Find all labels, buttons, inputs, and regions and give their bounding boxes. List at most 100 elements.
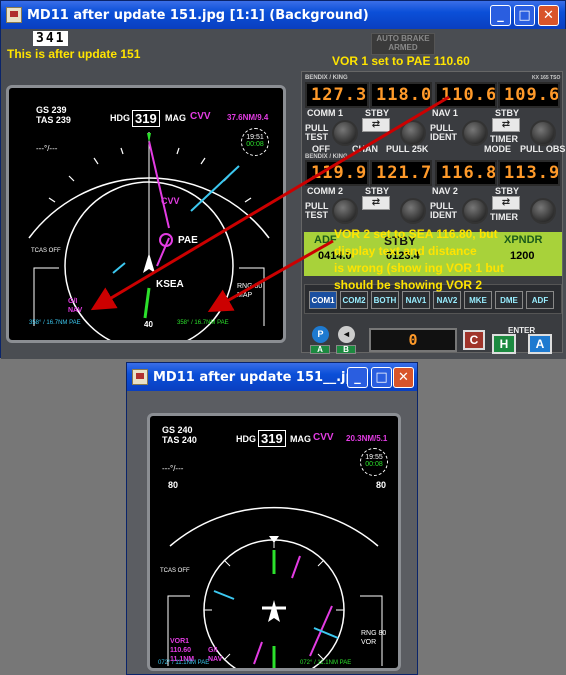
comm1-stby-freq: 118.00 bbox=[370, 82, 432, 108]
nav1-stby-label: STBY bbox=[495, 108, 520, 118]
key-b-small-button[interactable]: B bbox=[336, 345, 356, 354]
comm2-stby-freq: 121.70 bbox=[370, 160, 432, 186]
image-file-icon bbox=[6, 7, 22, 23]
nav-source-nav: NAV bbox=[68, 307, 83, 314]
close-button[interactable]: ✕ bbox=[538, 5, 559, 26]
range-readout: RNG 80 bbox=[361, 630, 387, 637]
comm2-tune-knob[interactable] bbox=[400, 198, 426, 224]
range-readout: RNG 80 bbox=[237, 283, 263, 290]
minimize-button[interactable]: _ bbox=[347, 367, 368, 388]
minimize-button[interactable]: _ bbox=[490, 5, 511, 26]
comm1-tune-knob[interactable] bbox=[400, 120, 426, 146]
window-main: MD11 after update 151.jpg [1:1] (Backgro… bbox=[0, 0, 566, 359]
autobrake-label: AUTO BRAKE bbox=[376, 34, 430, 43]
xpndr-label: XPNDR bbox=[504, 234, 543, 246]
nav1-stby-freq: 109.60 bbox=[498, 82, 560, 108]
audio-nav1-button[interactable]: NAV1 bbox=[402, 291, 430, 309]
comm1-label: COMM 1 bbox=[307, 108, 343, 118]
window-secondary: MD11 after update 151__.jpg _ □ ✕ GS 240… bbox=[126, 362, 418, 675]
waypoint-cvv: CVV bbox=[161, 196, 180, 206]
waypoint-pae: PAE bbox=[178, 235, 198, 246]
back-button[interactable]: ◄ bbox=[338, 326, 355, 343]
annotation-vor2-line2: display text and distance bbox=[334, 244, 477, 258]
pull25k-label: PULL 25K bbox=[386, 144, 429, 154]
image-file-icon bbox=[132, 369, 148, 385]
key-a-small-button[interactable]: A bbox=[310, 345, 330, 354]
display-mode: VOR bbox=[361, 639, 377, 646]
window-main-titlebar[interactable]: MD11 after update 151.jpg [1:1] (Backgro… bbox=[1, 1, 565, 29]
mode-label: MODE bbox=[484, 144, 511, 154]
radio-model: KX 165 TSO bbox=[532, 75, 561, 81]
chan-label: CHAN bbox=[352, 144, 378, 154]
nav2-active-freq: 116.80 bbox=[435, 160, 497, 186]
key-c-button[interactable]: C bbox=[463, 330, 485, 350]
nav-source-gi: G/I bbox=[208, 647, 218, 654]
radio-brand: BENDIX / KING bbox=[305, 75, 348, 81]
comm1-volume-knob[interactable] bbox=[332, 120, 358, 146]
nav2-stby-freq: 113.90 bbox=[498, 160, 560, 186]
nav1-timer-label: TIMER bbox=[490, 134, 518, 144]
pull-obs-label: PULL OBS bbox=[520, 144, 566, 154]
nav2-stby-label: STBY bbox=[495, 186, 520, 196]
audio-nav2-button[interactable]: NAV2 bbox=[433, 291, 461, 309]
close-button[interactable]: ✕ bbox=[393, 367, 414, 388]
annotation-vor2-line4: should be showing VOR 2 bbox=[334, 278, 483, 292]
nav1-volume-knob[interactable] bbox=[462, 120, 488, 146]
numeric-readout: 0 bbox=[369, 328, 457, 352]
nav1-label: NAV 1 bbox=[432, 108, 458, 118]
comm1-pull-test: PULL TEST bbox=[305, 123, 329, 142]
comm2-label: COMM 2 bbox=[307, 186, 343, 196]
audio-com1-button[interactable]: COM1 bbox=[309, 291, 337, 309]
compass-rose bbox=[28, 132, 270, 340]
audio-adf-button[interactable]: ADF bbox=[526, 291, 554, 309]
key-h-button[interactable]: H bbox=[492, 334, 516, 354]
counter-display: 341 bbox=[33, 31, 69, 46]
audio-com2-button[interactable]: COM2 bbox=[340, 291, 368, 309]
nav1-swap-button[interactable]: ⇄ bbox=[492, 118, 520, 132]
vor1-label: VOR1 bbox=[170, 638, 190, 645]
window-main-title: MD11 after update 151.jpg [1:1] (Backgro… bbox=[27, 7, 369, 23]
comm1-active-freq: 127.30 bbox=[305, 82, 369, 108]
nav-source-gi: G/I bbox=[68, 298, 78, 305]
comm2-stby-label: STBY bbox=[365, 186, 390, 196]
nav2-timer-label: TIMER bbox=[490, 212, 518, 222]
comm2-volume-knob[interactable] bbox=[332, 198, 358, 224]
annotation-top: This is after update 151 bbox=[7, 47, 141, 61]
audio-both-button[interactable]: BOTH bbox=[371, 291, 399, 309]
bearing-readout-right: 072° / 11.1NM PAE bbox=[300, 660, 352, 666]
autobrake-annunciator: AUTO BRAKE ARMED bbox=[371, 33, 435, 55]
annotation-vor1: VOR 1 set to PAE 110.60 bbox=[332, 54, 470, 68]
comm1-stby-label: STBY bbox=[365, 108, 390, 118]
comm2-swap-button[interactable]: ⇄ bbox=[362, 196, 390, 210]
nav2-tune-knob[interactable] bbox=[530, 198, 556, 224]
navigation-display-2: GS 240 TAS 240 HDG 319 MAG CVV 20.3NM/5.… bbox=[147, 413, 401, 671]
comm1-swap-button[interactable]: ⇄ bbox=[362, 118, 390, 132]
nav-source-nav: NAV bbox=[208, 656, 223, 663]
bearing-readout-left: 072° / 11.1NM PAE bbox=[158, 660, 210, 666]
nav2-swap-button[interactable]: ⇄ bbox=[492, 196, 520, 210]
nav1-tune-knob[interactable] bbox=[530, 120, 556, 146]
display-mode: MAP bbox=[237, 292, 253, 299]
maximize-button[interactable]: □ bbox=[371, 367, 392, 388]
bearing-readout-right: 358° / 16.7NM PAE bbox=[177, 320, 229, 326]
xpndr-code: 1200 bbox=[510, 250, 535, 262]
radio-stack: BENDIX / KING KX 165 TSO 127.30 118.00 1… bbox=[301, 71, 566, 354]
nav1-active-freq: 110.60 bbox=[435, 82, 497, 108]
audio-dme-button[interactable]: DME bbox=[495, 291, 523, 309]
annotation-vor2-line3: is wrong (show ing VOR 1 but bbox=[334, 261, 504, 275]
autobrake-status: ARMED bbox=[388, 43, 418, 52]
maximize-button[interactable]: □ bbox=[514, 5, 535, 26]
bearing-readout-left: 358° / 16.7NM PAE bbox=[29, 320, 81, 326]
nav2-pull-ident: PULL IDENT bbox=[430, 201, 457, 220]
airport-ksea: KSEA bbox=[156, 279, 184, 290]
nav2-label: NAV 2 bbox=[432, 186, 458, 196]
key-a-button[interactable]: A bbox=[528, 334, 552, 354]
comm2-pull-test: PULL TEST bbox=[305, 201, 329, 220]
nav2-volume-knob[interactable] bbox=[462, 198, 488, 224]
audio-mke-button[interactable]: MKE bbox=[464, 291, 492, 309]
navigation-display-1: GS 239 TAS 239 HDG 319 MAG CVV 37.6NM/9.… bbox=[6, 85, 286, 343]
key-p-button[interactable]: P bbox=[312, 326, 329, 343]
nav1-pull-ident: PULL IDENT bbox=[430, 123, 457, 142]
window-secondary-titlebar[interactable]: MD11 after update 151__.jpg _ □ ✕ bbox=[127, 363, 417, 391]
comm2-active-freq: 119.90 bbox=[305, 160, 369, 186]
